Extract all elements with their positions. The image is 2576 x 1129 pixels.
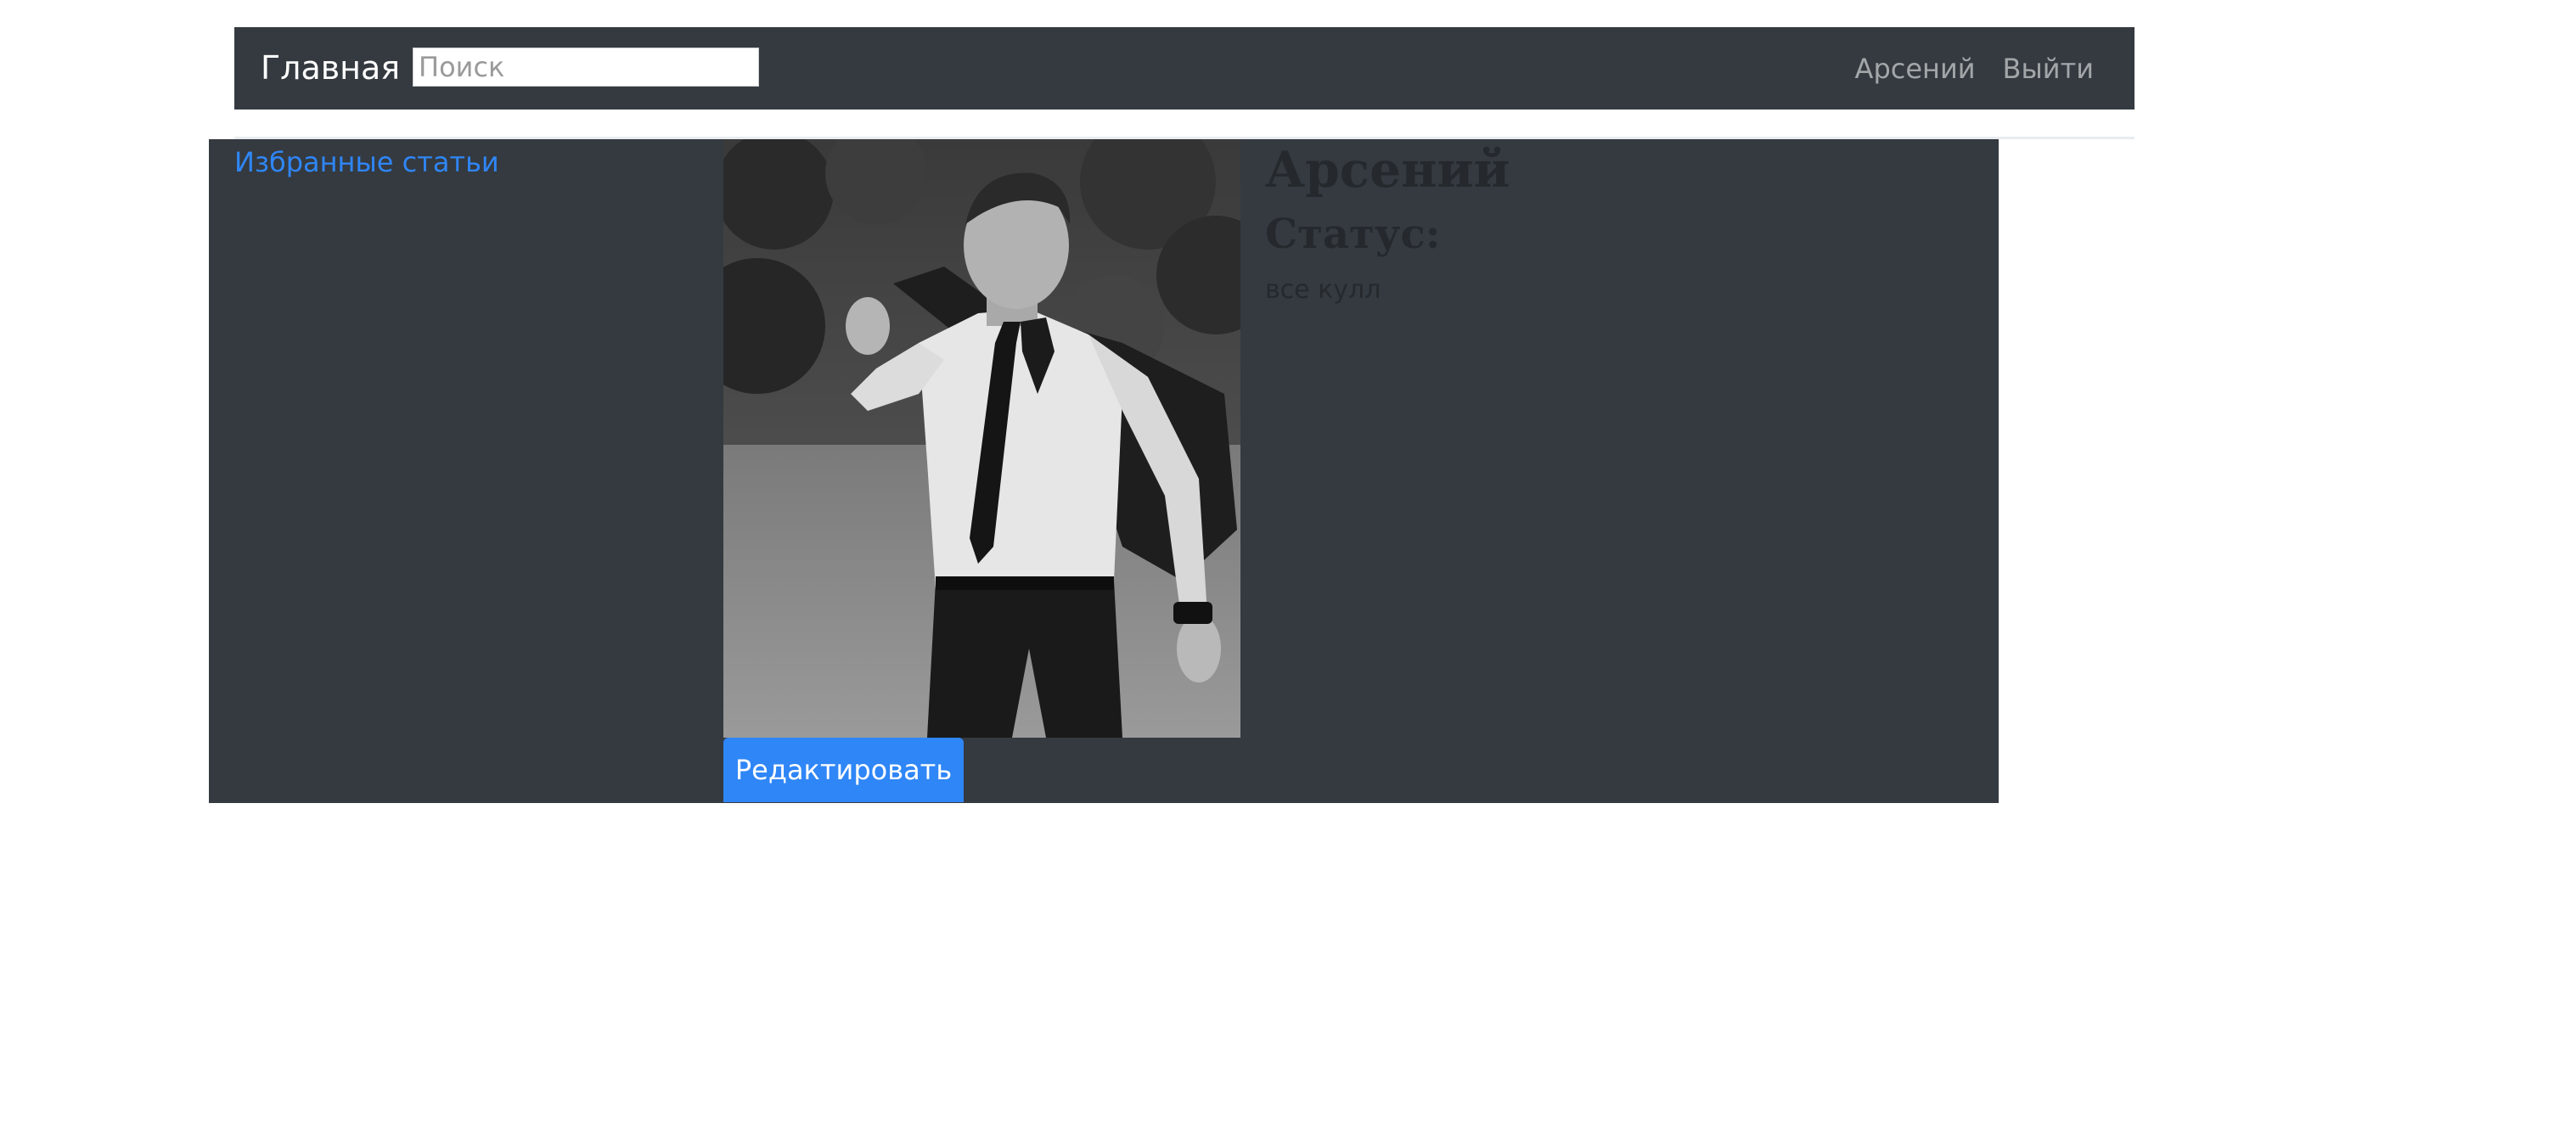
- profile-panel: Избранные статьи Редактировать Арсений С…: [209, 139, 1999, 803]
- favorite-articles-link[interactable]: Избранные статьи: [234, 146, 499, 178]
- profile-photo-image: [723, 139, 1240, 738]
- page: Главная Арсений Выйти Избранные статьи: [0, 0, 2576, 1129]
- profile-name: Арсений: [1265, 141, 1510, 199]
- search-input[interactable]: [413, 48, 759, 87]
- top-navbar: Главная Арсений Выйти: [234, 27, 2134, 110]
- home-link[interactable]: Главная: [261, 27, 400, 110]
- status-heading: Статус:: [1265, 211, 1441, 258]
- logout-link[interactable]: Выйти: [2003, 53, 2094, 85]
- navbar-user-menu: Арсений Выйти: [1855, 27, 2094, 110]
- edit-profile-button[interactable]: Редактировать: [723, 738, 964, 802]
- profile-photo: [723, 139, 1240, 738]
- user-profile-link[interactable]: Арсений: [1855, 53, 1976, 85]
- status-text: все кулл: [1265, 275, 1381, 305]
